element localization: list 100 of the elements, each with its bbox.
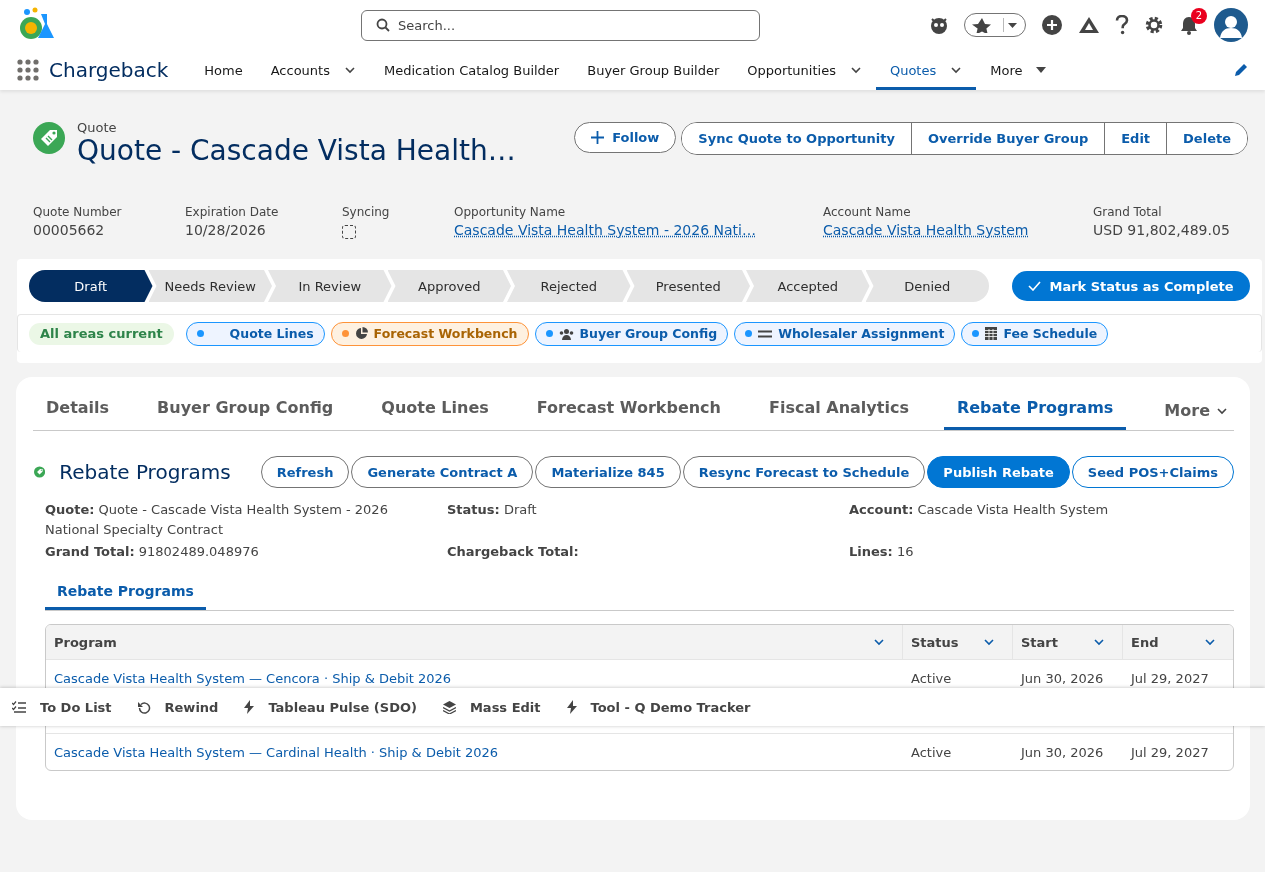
rebate-action-button[interactable]: Resync Forecast to Schedule xyxy=(682,456,926,488)
nav-tab[interactable]: Buyer Group Builder xyxy=(573,50,734,90)
table-icon xyxy=(985,327,998,340)
utility-item[interactable]: Tableau Pulse (SDO) xyxy=(244,699,417,715)
table-cell-text: Active xyxy=(910,743,953,762)
more-tab[interactable]: More xyxy=(976,50,1061,90)
avatar-icon[interactable] xyxy=(1214,8,1248,42)
field-label: Account Name xyxy=(823,205,912,219)
nav-tab[interactable]: Quotes xyxy=(875,50,977,90)
layers-icon xyxy=(442,700,456,714)
field-value: USD 91,802,489.05 xyxy=(1093,222,1231,238)
equals-icon xyxy=(758,329,773,338)
table-cell-text: Jul 29, 2027 xyxy=(1129,743,1210,762)
nav-tab[interactable]: Home xyxy=(190,50,257,90)
people-icon xyxy=(558,327,574,340)
mascot-icon[interactable] xyxy=(929,15,949,35)
path-stage[interactable]: In Review xyxy=(268,270,392,302)
chevron-down-icon xyxy=(873,636,885,648)
column-header[interactable]: End xyxy=(1123,625,1233,659)
search-icon xyxy=(376,18,390,32)
rebate-action-button[interactable]: Seed POS+Claims xyxy=(1071,456,1234,488)
field-label: Expiration Date xyxy=(185,205,280,219)
field-label: Grand Total xyxy=(1093,205,1163,219)
undo-icon xyxy=(137,700,151,714)
area-chip[interactable]: Buyer Group Config xyxy=(534,321,729,346)
search-placeholder: Search... xyxy=(398,17,456,33)
path-stage[interactable]: Draft xyxy=(29,270,153,302)
field-link[interactable]: Cascade Vista Health System - 2026 Nati… xyxy=(454,222,823,238)
chevron-down-icon xyxy=(849,64,862,76)
rebate-action-button[interactable]: Refresh xyxy=(260,456,350,488)
nav-tab[interactable]: Medication Catalog Builder xyxy=(369,50,574,90)
rebate-action-button[interactable]: Materialize 845 xyxy=(535,456,681,488)
summary-field: Status: Draft xyxy=(447,500,849,540)
path-stage[interactable]: Denied xyxy=(865,270,989,302)
record-tab[interactable]: Buyer Group Config xyxy=(144,398,347,430)
follow-button[interactable]: Follow xyxy=(574,122,677,153)
summary-field: Lines: 16 xyxy=(849,542,1229,562)
path-stage[interactable]: Accepted xyxy=(746,270,870,302)
status-badge: All areas current xyxy=(29,322,174,345)
plus-icon xyxy=(591,131,605,144)
record-title: Quote - Cascade Vista Health… xyxy=(77,135,516,167)
field-label: Opportunity Name xyxy=(454,205,567,219)
record-tab[interactable]: Fiscal Analytics xyxy=(756,398,922,430)
utility-item[interactable]: Mass Edit xyxy=(442,699,541,715)
help-icon[interactable] xyxy=(1115,15,1129,35)
chevron-down-icon xyxy=(1093,636,1105,648)
table-cell-text: Jun 30, 2026 xyxy=(1019,669,1105,688)
rebate-action-button[interactable]: Generate Contract A xyxy=(351,456,534,488)
pie-chart-icon xyxy=(354,327,368,340)
price-tag-icon xyxy=(33,122,65,154)
record-tab[interactable]: Forecast Workbench xyxy=(523,398,734,430)
action-button[interactable]: Delete xyxy=(1166,123,1247,154)
nav-tab[interactable]: Opportunities xyxy=(733,50,876,90)
check-icon xyxy=(1028,281,1042,291)
area-chip[interactable]: Wholesaler Assignment xyxy=(734,321,956,346)
field-label: Quote Number xyxy=(33,205,123,219)
column-header[interactable]: Program xyxy=(46,625,903,659)
utility-item[interactable]: Rewind xyxy=(137,699,219,715)
chevron-down-icon xyxy=(343,64,356,76)
area-chip[interactable]: Forecast Workbench xyxy=(330,321,529,346)
record-type: Quote xyxy=(77,120,118,135)
area-chip[interactable]: Quote Lines xyxy=(185,321,325,346)
nav-tab[interactable]: Accounts xyxy=(256,50,370,90)
path-stage[interactable]: Rejected xyxy=(507,270,631,302)
record-tab[interactable]: Details xyxy=(33,398,123,430)
plus-icon[interactable] xyxy=(1041,14,1063,36)
record-tab[interactable]: Quote Lines xyxy=(368,398,502,430)
program-link[interactable]: Cascade Vista Health System — Cardinal Health · Ship & Debit 2026 xyxy=(54,744,499,760)
column-header[interactable]: Start xyxy=(1013,625,1123,659)
mountain-icon[interactable] xyxy=(1078,15,1100,35)
app-launcher-icon[interactable] xyxy=(17,59,39,81)
path-stage[interactable]: Needs Review xyxy=(148,270,272,302)
chevron-down-icon xyxy=(1204,636,1216,648)
record-tab[interactable]: Rebate Programs xyxy=(943,398,1127,430)
column-header[interactable]: Status xyxy=(903,625,1013,659)
utility-item[interactable]: Tool - Q Demo Tracker xyxy=(566,699,751,715)
lightning-icon xyxy=(566,700,577,714)
path-stage[interactable]: Presented xyxy=(626,270,750,302)
chevron-down-icon xyxy=(983,636,995,648)
utility-item[interactable]: To Do List xyxy=(12,699,112,715)
path-stage[interactable]: Approved xyxy=(387,270,511,302)
search-field[interactable]: Search... xyxy=(361,9,760,41)
area-chip[interactable]: Fee Schedule xyxy=(961,321,1109,346)
lightning-icon xyxy=(244,700,255,714)
rebate-action-button[interactable]: Publish Rebate xyxy=(927,456,1070,488)
pencil-icon[interactable] xyxy=(1234,63,1248,77)
field-label: Syncing xyxy=(342,205,391,219)
settings-icon[interactable] xyxy=(1144,15,1164,35)
summary-field: Chargeback Total: xyxy=(447,542,849,562)
field-link[interactable]: Cascade Vista Health System xyxy=(823,222,1093,238)
mark-complete-button[interactable]: Mark Status as Complete xyxy=(1012,271,1250,301)
more-tabs-button[interactable]: More xyxy=(1164,401,1234,430)
field-value: 10/28/2026 xyxy=(185,222,267,238)
caret-icon xyxy=(1036,66,1047,74)
table-cell-text: Active xyxy=(910,669,953,688)
summary-field: Account: Cascade Vista Health System xyxy=(849,500,1229,540)
app-name: Chargeback xyxy=(49,58,169,82)
field-value: 00005662 xyxy=(33,222,106,238)
program-link[interactable]: Cascade Vista Health System — Cencora · Ship & Debit 2026 xyxy=(54,670,452,686)
section-tab[interactable]: Rebate Programs xyxy=(45,578,206,610)
